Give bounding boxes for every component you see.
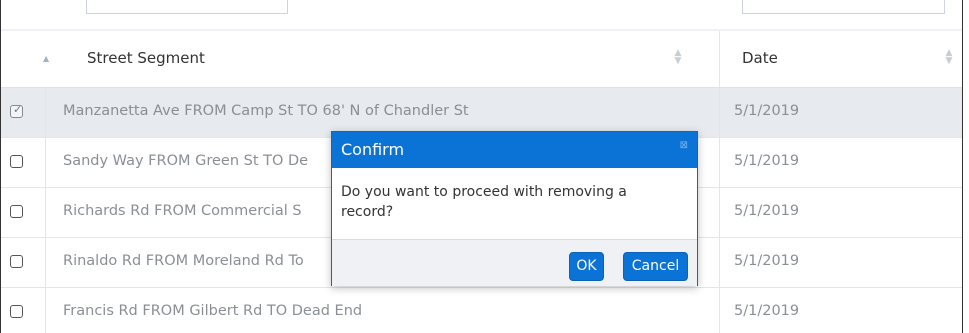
row-checkbox[interactable] <box>10 255 23 268</box>
column-header-date[interactable]: Date <box>742 49 778 67</box>
street-segment-cell: Richards Rd FROM Commercial S <box>63 203 302 219</box>
close-icon[interactable]: ⊠ <box>680 140 688 151</box>
street-segment-cell: Francis Rd FROM Gilbert Rd TO Dead End <box>63 303 363 319</box>
grid-header: ▲ Street Segment ▲ ▼ Date ▲ ▼ <box>1 29 962 88</box>
filter-input-left[interactable] <box>86 0 288 14</box>
filter-input-right[interactable] <box>742 0 945 14</box>
row-checkbox[interactable]: ✓ <box>10 103 23 118</box>
table-row[interactable]: Francis Rd FROM Gilbert Rd TO Dead End 5… <box>1 288 962 333</box>
row-checkbox[interactable] <box>10 155 23 168</box>
street-segment-cell: Manzanetta Ave FROM Camp St TO 68' N of … <box>63 103 469 119</box>
column-header-street-segment[interactable]: Street Segment <box>87 49 205 67</box>
date-cell: 5/1/2019 <box>734 153 800 169</box>
dialog-body: Do you want to proceed with removing a r… <box>332 168 697 240</box>
dialog-titlebar[interactable]: Confirm ⊠ <box>332 132 697 168</box>
dialog-message: Do you want to proceed with removing a r… <box>341 184 627 220</box>
row-checkbox[interactable] <box>10 205 23 218</box>
confirm-dialog: Confirm ⊠ Do you want to proceed with re… <box>331 131 698 286</box>
dialog-title: Confirm <box>341 140 405 159</box>
dialog-footer: OK Cancel <box>332 240 697 286</box>
sort-icon[interactable]: ▲ ▼ <box>945 49 953 66</box>
app-frame: ▲ Street Segment ▲ ▼ Date ▲ ▼ ✓ Manzanetta… <box>0 0 963 333</box>
date-cell: 5/1/2019 <box>734 303 800 319</box>
sort-ascending-icon[interactable]: ▲ <box>43 54 49 63</box>
sort-icon[interactable]: ▲ ▼ <box>674 49 682 66</box>
street-segment-cell: Rinaldo Rd FROM Moreland Rd To <box>63 253 304 269</box>
date-cell: 5/1/2019 <box>734 103 800 119</box>
cancel-button[interactable]: Cancel <box>623 252 688 281</box>
ok-button[interactable]: OK <box>569 252 604 281</box>
date-cell: 5/1/2019 <box>734 253 800 269</box>
checkmark-icon: ✓ <box>13 103 23 116</box>
row-checkbox[interactable] <box>10 305 23 318</box>
date-cell: 5/1/2019 <box>734 203 800 219</box>
column-divider <box>719 31 720 87</box>
street-segment-cell: Sandy Way FROM Green St TO De <box>63 153 309 169</box>
